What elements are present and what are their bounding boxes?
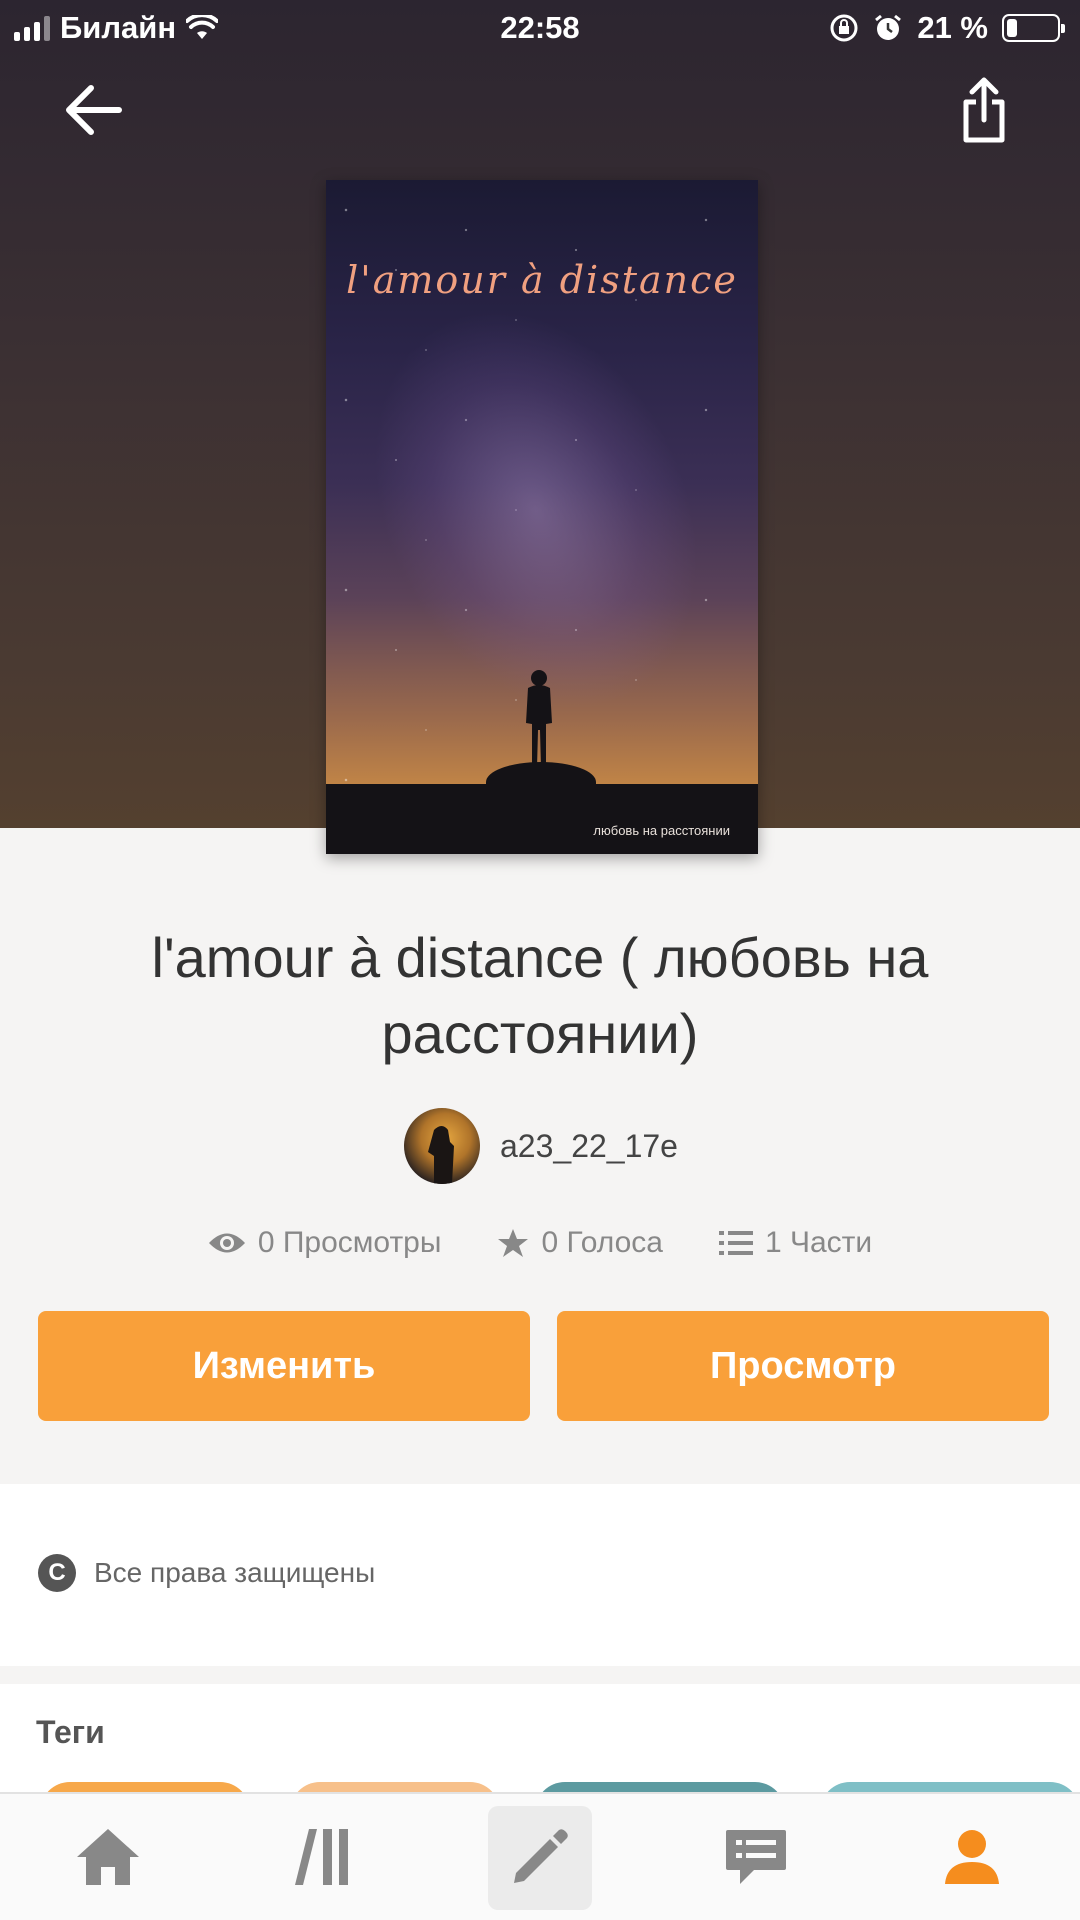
share-button[interactable] xyxy=(948,70,1020,150)
status-right: 21 % xyxy=(829,10,1065,46)
cover-ground xyxy=(326,784,758,854)
orientation-lock-icon xyxy=(830,14,858,42)
avatar xyxy=(404,1108,480,1184)
bottom-nav xyxy=(0,1792,1080,1920)
story-stats: 0 Просмотры 0 Голоса 1 Части xyxy=(0,1226,1080,1260)
parts-count: 1 Части xyxy=(764,1226,873,1259)
nav-library[interactable] xyxy=(216,1794,432,1920)
eye-icon xyxy=(208,1233,245,1253)
messages-icon xyxy=(726,1830,786,1884)
preview-button[interactable]: Просмотр xyxy=(557,1311,1049,1421)
copyright-label: Все права защищены xyxy=(94,1557,376,1588)
star-icon xyxy=(498,1229,529,1257)
author-name: a23_22_17e xyxy=(500,1127,678,1164)
avatar-silhouette xyxy=(428,1126,454,1184)
cover-person-silhouette xyxy=(526,670,552,768)
book-cover[interactable]: l'amour à distance любовь на расстоянии xyxy=(326,180,758,854)
list-icon xyxy=(718,1231,753,1255)
status-bar: Билайн 22:58 21 % xyxy=(0,0,1080,56)
share-icon xyxy=(963,77,1005,143)
nav-messages[interactable] xyxy=(648,1794,864,1920)
profile-icon xyxy=(945,1830,999,1884)
arrow-left-icon xyxy=(66,85,122,135)
battery-icon xyxy=(1002,14,1065,42)
copyright-icon: C xyxy=(38,1554,76,1592)
cover-title: l'amour à distance xyxy=(346,258,738,302)
rights-card: C Все права защищены xyxy=(0,1484,1080,1666)
parts-stat: 1 Части xyxy=(718,1226,873,1260)
home-icon xyxy=(77,1829,139,1885)
author-link[interactable]: a23_22_17e xyxy=(404,1108,678,1184)
edit-button[interactable]: Изменить xyxy=(38,1311,530,1421)
write-icon xyxy=(514,1829,568,1883)
battery-percent: 21 % xyxy=(917,10,988,45)
alarm-icon xyxy=(875,14,902,40)
votes-count: 0 Голоса xyxy=(541,1226,663,1259)
book-title: l'amour à distance ( любовь на расстояни… xyxy=(151,926,929,1065)
tags-title: Теги xyxy=(36,1714,105,1750)
nav-home[interactable] xyxy=(0,1794,216,1920)
views-stat: 0 Просмотры xyxy=(208,1226,442,1260)
copyright-row[interactable]: C Все права защищены xyxy=(38,1554,375,1592)
cover-subtitle: любовь на расстоянии xyxy=(593,823,730,838)
views-count: 0 Просмотры xyxy=(257,1226,442,1259)
votes-stat: 0 Голоса xyxy=(497,1226,663,1260)
library-icon xyxy=(295,1829,348,1885)
nav-profile[interactable] xyxy=(864,1794,1080,1920)
nav-write[interactable] xyxy=(432,1794,648,1920)
back-button[interactable] xyxy=(58,74,130,146)
tags-card: Теги xyxy=(0,1684,1080,1842)
